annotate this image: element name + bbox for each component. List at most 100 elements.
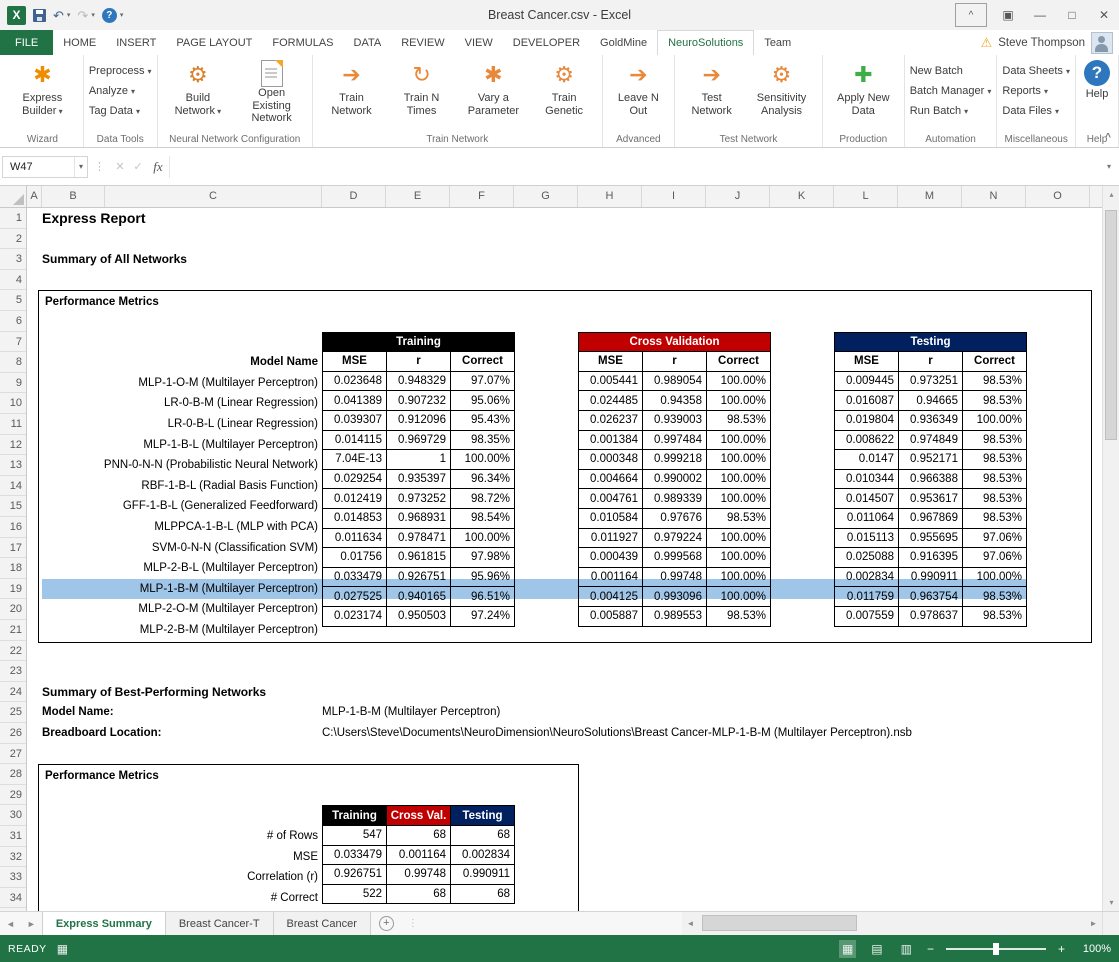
model-name-cell[interactable]: GFF-1-B-L (Generalized Feedforward) bbox=[42, 496, 322, 517]
metric-cell[interactable]: 98.53% bbox=[706, 508, 770, 528]
metric-cell[interactable]: 0.015113 bbox=[835, 528, 899, 548]
metric-cell[interactable]: 0.936349 bbox=[898, 410, 962, 430]
metric-cell[interactable]: 0.973252 bbox=[386, 489, 450, 509]
metric-cell[interactable]: 96.34% bbox=[450, 469, 514, 489]
metric-cell[interactable]: 0.912096 bbox=[386, 410, 450, 430]
model-name-cell[interactable]: MLPPCA-1-B-L (MLP with PCA) bbox=[42, 517, 322, 538]
model-name-cell[interactable]: MLP-1-B-M (Multilayer Perceptron) bbox=[42, 579, 322, 600]
model-name-cell[interactable]: MLP-2-B-L (Multilayer Perceptron) bbox=[42, 558, 322, 579]
select-all-corner[interactable] bbox=[0, 186, 27, 208]
vary-a-parameter-button[interactable]: ✱Vary a Parameter bbox=[458, 57, 529, 132]
metric-cell[interactable]: 100.00% bbox=[706, 469, 770, 489]
metric-cell[interactable]: 100.00% bbox=[450, 528, 514, 548]
maximize-button[interactable]: □ bbox=[1061, 4, 1083, 26]
excel-logo-icon[interactable]: X bbox=[7, 6, 26, 25]
best-location-label[interactable]: Breadboard Location: bbox=[42, 723, 161, 744]
metric-cell[interactable]: 0.990911 bbox=[451, 865, 515, 885]
column-header-G[interactable]: G bbox=[514, 186, 578, 207]
metric-cell[interactable]: 0.002834 bbox=[451, 845, 515, 865]
metric-cell[interactable]: 100.00% bbox=[706, 567, 770, 587]
metric-cell[interactable]: 100.00% bbox=[450, 450, 514, 470]
metric-cell[interactable]: 0.993096 bbox=[642, 587, 706, 607]
metric-cell[interactable]: 547 bbox=[323, 825, 387, 845]
metric-cell[interactable]: 98.53% bbox=[962, 450, 1026, 470]
column-header-O[interactable]: O bbox=[1026, 186, 1090, 207]
scroll-right-icon[interactable]: ► bbox=[1085, 912, 1102, 935]
metric-cell[interactable]: 0.963754 bbox=[898, 587, 962, 607]
metric-cell[interactable]: 0.999218 bbox=[642, 450, 706, 470]
metric-cell[interactable]: 0.99748 bbox=[387, 865, 451, 885]
metric-cell[interactable]: 97.98% bbox=[450, 548, 514, 568]
test-network-button[interactable]: ➔Test Network bbox=[680, 57, 743, 132]
close-button[interactable]: ✕ bbox=[1093, 4, 1115, 26]
metric-cell[interactable]: 98.53% bbox=[962, 587, 1026, 607]
column-header-L[interactable]: L bbox=[834, 186, 898, 207]
metric-cell[interactable]: 0.979224 bbox=[642, 528, 706, 548]
run-batch-button[interactable]: Run Batch ▾ bbox=[910, 105, 992, 117]
metric-cell[interactable]: 0.968931 bbox=[386, 508, 450, 528]
tab-team[interactable]: Team bbox=[754, 30, 801, 55]
undo-caret-icon[interactable]: ▾ bbox=[67, 11, 71, 19]
metric-cell[interactable]: 0.966388 bbox=[898, 469, 962, 489]
column-header-F[interactable]: F bbox=[450, 186, 514, 207]
page-break-view-icon[interactable]: ▥ bbox=[898, 940, 915, 958]
sheet-tab-breast-cancer[interactable]: Breast Cancer bbox=[274, 912, 371, 935]
metric-cell[interactable]: 0.939003 bbox=[642, 410, 706, 430]
build-network-button[interactable]: ⚙Build Network ▾ bbox=[163, 57, 234, 132]
metric-cell[interactable]: 0.001164 bbox=[579, 567, 643, 587]
tab-page-layout[interactable]: PAGE LAYOUT bbox=[166, 30, 262, 55]
tab-developer[interactable]: DEVELOPER bbox=[503, 30, 590, 55]
metric-cell[interactable]: 0.0147 bbox=[835, 450, 899, 470]
metric-cell[interactable]: 98.53% bbox=[962, 430, 1026, 450]
metric-cell[interactable]: 0.023648 bbox=[323, 371, 387, 391]
metric-cell[interactable]: 100.00% bbox=[706, 450, 770, 470]
tab-formulas[interactable]: FORMULAS bbox=[262, 30, 343, 55]
metric-cell[interactable]: 0.011759 bbox=[835, 587, 899, 607]
macro-record-icon[interactable]: ▦ bbox=[57, 942, 68, 956]
full-screen-icon[interactable]: ▣ bbox=[997, 4, 1019, 26]
metric-cell[interactable]: 97.07% bbox=[450, 371, 514, 391]
model-name-cell[interactable]: RBF-1-B-L (Radial Basis Function) bbox=[42, 476, 322, 497]
scroll-down-icon[interactable]: ▾ bbox=[1103, 894, 1119, 911]
sensitivity-analysis-button[interactable]: ⚙Sensitivity Analysis bbox=[746, 57, 817, 132]
best-model-label[interactable]: Model Name: bbox=[42, 702, 114, 723]
help-button[interactable]: ?Help bbox=[1081, 57, 1113, 132]
metric-cell[interactable]: 0.952171 bbox=[898, 450, 962, 470]
metric-cell[interactable]: 98.53% bbox=[706, 606, 770, 626]
metric-cell[interactable]: 100.00% bbox=[706, 528, 770, 548]
report-title[interactable]: Express Report bbox=[42, 208, 145, 229]
metric-cell[interactable]: 98.53% bbox=[962, 391, 1026, 411]
metric-cell[interactable]: 0.926751 bbox=[386, 567, 450, 587]
metric-cell[interactable]: 100.00% bbox=[706, 587, 770, 607]
metric-row-label[interactable]: Correlation (r) bbox=[42, 867, 322, 888]
train-genetic-button[interactable]: ⚙Train Genetic bbox=[532, 57, 597, 132]
metric-cell[interactable]: 0.024485 bbox=[579, 391, 643, 411]
metric-row-label[interactable]: # Correct bbox=[42, 888, 322, 909]
metric-cell[interactable]: 0.011064 bbox=[835, 508, 899, 528]
metric-cell[interactable]: 100.00% bbox=[706, 430, 770, 450]
metric-cell[interactable]: 0.002834 bbox=[835, 567, 899, 587]
metric-cell[interactable]: 0.011927 bbox=[579, 528, 643, 548]
metric-cell[interactable]: 0.961815 bbox=[386, 548, 450, 568]
model-name-header[interactable]: Model Name bbox=[42, 352, 322, 373]
tab-home[interactable]: HOME bbox=[53, 30, 106, 55]
metric-cell[interactable]: 0.001164 bbox=[387, 845, 451, 865]
metric-cell[interactable]: 0.955695 bbox=[898, 528, 962, 548]
metric-cell[interactable]: 0.94358 bbox=[642, 391, 706, 411]
metric-cell[interactable]: 0.014507 bbox=[835, 489, 899, 509]
data-sheets-button[interactable]: Data Sheets ▾ bbox=[1002, 65, 1070, 77]
tab-scroll-splitter[interactable]: ⋮ bbox=[408, 912, 415, 935]
metric-cell[interactable]: 95.06% bbox=[450, 391, 514, 411]
model-name-cell[interactable]: LR-0-B-L (Linear Regression) bbox=[42, 414, 322, 435]
open-existing-network-button[interactable]: Open Existing Network bbox=[236, 57, 307, 132]
horizontal-scroll-thumb[interactable] bbox=[702, 915, 857, 931]
metric-cell[interactable]: 0.041389 bbox=[323, 391, 387, 411]
metric-cell[interactable]: 97.06% bbox=[962, 548, 1026, 568]
metric-cell[interactable]: 0.99748 bbox=[642, 567, 706, 587]
metric-cell[interactable]: 0.025088 bbox=[835, 548, 899, 568]
section1-title[interactable]: Summary of All Networks bbox=[42, 249, 187, 270]
vertical-scrollbar[interactable]: ▴ ▾ bbox=[1102, 186, 1119, 911]
user-name[interactable]: Steve Thompson bbox=[998, 37, 1085, 49]
metric-cell[interactable]: 0.016087 bbox=[835, 391, 899, 411]
metric-cell[interactable]: 0.94665 bbox=[898, 391, 962, 411]
